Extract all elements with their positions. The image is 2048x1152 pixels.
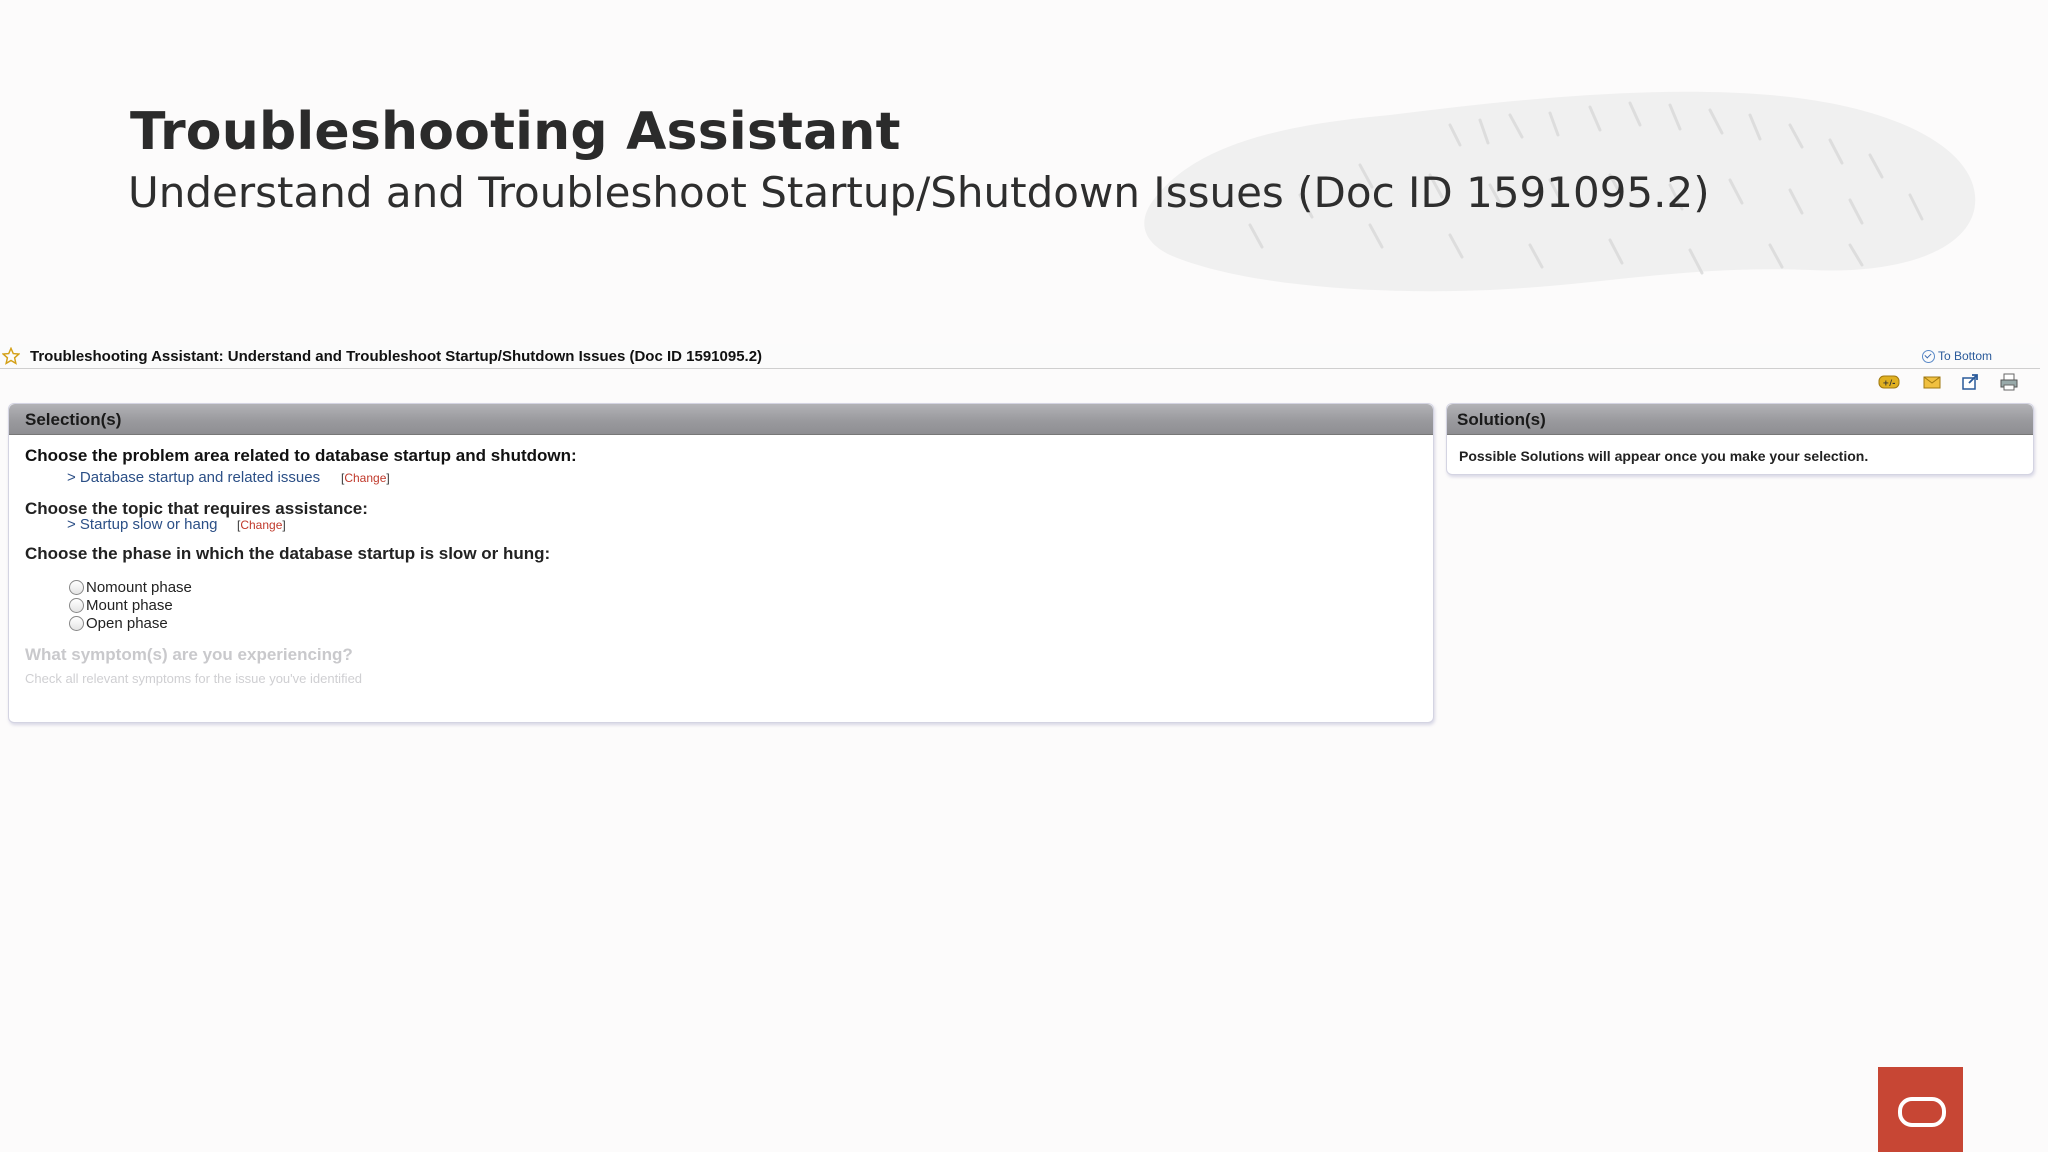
to-bottom-label: To Bottom — [1938, 349, 1993, 363]
selection-panel-title: Selection(s) — [25, 410, 122, 429]
slide-subtitle: Understand and Troubleshoot Startup/Shut… — [128, 168, 1710, 217]
radio-button[interactable] — [69, 598, 84, 613]
star-icon[interactable] — [2, 347, 20, 365]
solution-panel-title: Solution(s) — [1457, 410, 1546, 429]
email-icon[interactable] — [1921, 373, 1943, 391]
change-topic[interactable]: [Change] — [237, 518, 286, 532]
question-phase: Choose the phase in which the database s… — [25, 544, 551, 563]
open-new-window-icon[interactable] — [1959, 373, 1981, 391]
document-title: Troubleshooting Assistant: Understand an… — [30, 348, 763, 365]
solution-panel: Solution(s) Possible Solutions will appe… — [1446, 403, 2034, 475]
selection-panel-header: Selection(s) — [9, 404, 1433, 435]
radio-nomount-phase[interactable]: Nomount phase — [69, 579, 192, 596]
svg-text:+/-: +/- — [1883, 379, 1896, 388]
font-size-icon[interactable]: +/- — [1878, 373, 1900, 391]
solution-panel-header: Solution(s) — [1447, 404, 2033, 435]
change-link[interactable]: Change — [344, 471, 386, 485]
change-link[interactable]: Change — [240, 518, 282, 532]
to-bottom-link[interactable]: To Bottom — [1922, 349, 1992, 363]
oracle-logo — [1878, 1067, 1963, 1152]
print-icon[interactable] — [1998, 373, 2020, 391]
radio-label: Mount phase — [86, 597, 173, 614]
slide-title: Troubleshooting Assistant — [130, 102, 901, 162]
selection-panel: Selection(s) Choose the problem area rel… — [8, 403, 1434, 723]
symptoms-hint-disabled: Check all relevant symptoms for the issu… — [25, 671, 363, 686]
radio-button[interactable] — [69, 616, 84, 631]
radio-mount-phase[interactable]: Mount phase — [69, 597, 173, 614]
radio-label: Open phase — [86, 615, 168, 632]
chevron-down-icon — [1922, 349, 1935, 363]
radio-button[interactable] — [69, 580, 84, 595]
question-problem-area: Choose the problem area related to datab… — [25, 446, 577, 465]
document-header: Troubleshooting Assistant: Understand an… — [0, 344, 2040, 369]
radio-label: Nomount phase — [86, 579, 192, 596]
answer-problem-area-link[interactable]: > Database startup and related issues — [67, 469, 320, 486]
answer-topic-link[interactable]: > Startup slow or hang — [67, 516, 218, 533]
change-problem-area[interactable]: [Change] — [341, 471, 390, 485]
radio-open-phase[interactable]: Open phase — [69, 615, 168, 632]
question-symptoms-disabled: What symptom(s) are you experiencing? — [25, 645, 353, 664]
solution-placeholder-text: Possible Solutions will appear once you … — [1459, 448, 1869, 464]
presentation-slide: Troubleshooting Assistant Understand and… — [0, 0, 2048, 1152]
